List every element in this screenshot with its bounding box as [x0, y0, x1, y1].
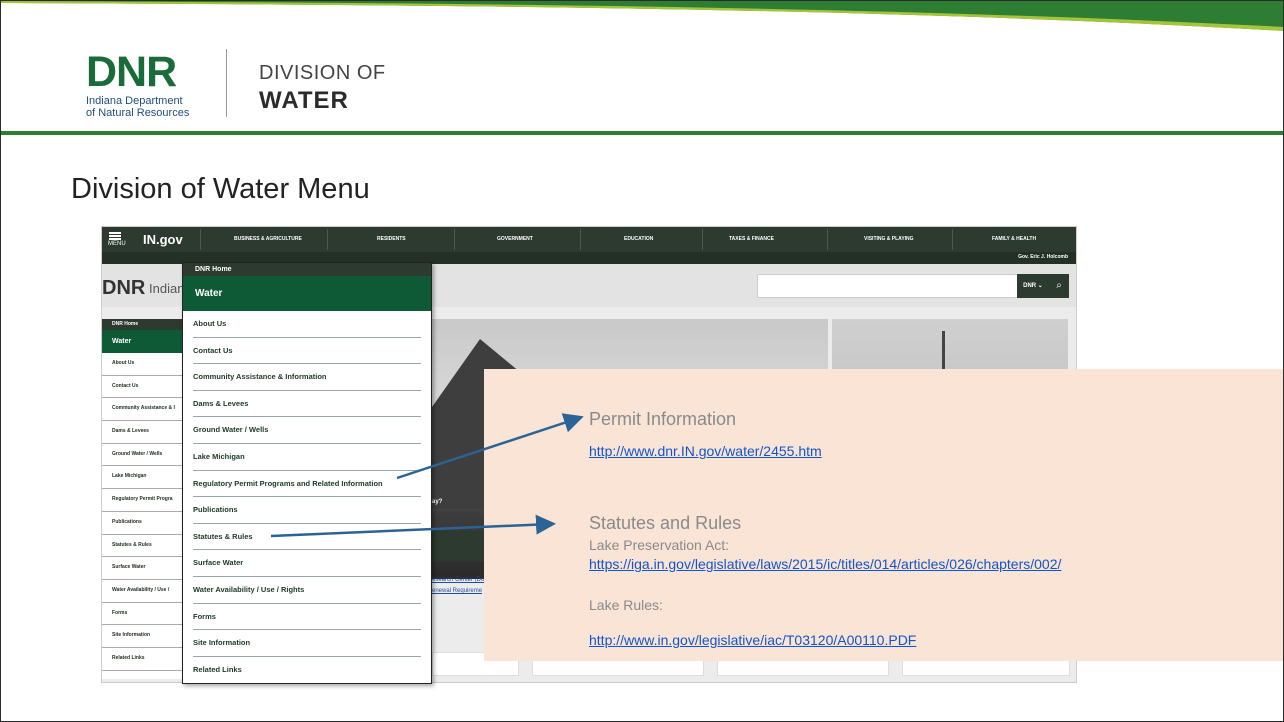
dropdown-item-surface-water[interactable]: Surface Water — [193, 550, 421, 577]
sidebar-item[interactable]: Forms — [102, 603, 182, 626]
sidebar-item[interactable]: Dams & Levees — [102, 421, 182, 444]
dropdown-list: About Us Contact Us Community Assistance… — [183, 311, 431, 682]
header-rule — [1, 131, 1283, 135]
dropdown-item-site-information[interactable]: Site Information — [193, 630, 421, 657]
nav-separator — [327, 229, 328, 250]
lake-preservation-act-link[interactable]: https://iga.in.gov/legislative/laws/2015… — [589, 556, 1061, 572]
permit-heading: Permit Information — [589, 409, 737, 429]
dropdown-item-publications[interactable]: Publications — [193, 497, 421, 524]
body-link[interactable]: enewal Requireme — [432, 588, 482, 594]
header-swoosh — [1, 1, 1283, 31]
callout-box: Permit Information http://www.dnr.IN.gov… — [484, 369, 1283, 661]
dropdown-home-label: DNR Home — [195, 266, 232, 273]
sidebar-home[interactable]: DNR Home — [102, 319, 182, 330]
logo-subtitle-line2: of Natural Resources — [86, 107, 190, 119]
body-link[interactable]: esearch Center (Do — [432, 577, 484, 583]
dnr-strip-logo[interactable]: DNR — [102, 277, 145, 300]
sidebar-item[interactable]: Site Information — [102, 625, 182, 648]
dropdown-item-community-assistance[interactable]: Community Assistance & Information — [193, 364, 421, 391]
dnr-logo: DNR — [86, 48, 177, 96]
sidebar-item[interactable]: Statutes & Rules — [102, 535, 182, 558]
nav-education[interactable]: EDUCATION — [624, 236, 653, 242]
dropdown-item-dams-levees[interactable]: Dams & Levees — [193, 391, 421, 418]
slide-title: Division of Water Menu — [71, 173, 370, 205]
dropdown-item-lake-michigan[interactable]: Lake Michigan — [193, 444, 421, 471]
nav-separator — [454, 229, 455, 250]
slide-header: DNR Indiana Department of Natural Resour… — [1, 1, 1283, 135]
nav-separator — [580, 229, 581, 250]
site-sidebar: DNR Home Water About Us Contact Us Commu… — [102, 319, 182, 679]
dropdown-item-contact-us[interactable]: Contact Us — [193, 338, 421, 365]
sidebar-item[interactable]: Regulatory Permit Progra — [102, 489, 182, 512]
nav-visiting-playing[interactable]: VISITING & PLAYING — [864, 236, 914, 242]
dnr-logo-subtitle: Indiana Department of Natural Resources — [86, 95, 216, 119]
dropdown-item-water-availability[interactable]: Water Availability / Use / Rights — [193, 577, 421, 604]
ingov-logo[interactable]: IN.gov — [143, 232, 183, 247]
dropdown-item-about-us[interactable]: About Us — [193, 311, 421, 338]
lake-rules-link[interactable]: http://www.in.gov/legislative/iac/T03120… — [589, 632, 916, 648]
dropdown-item-statutes-rules[interactable]: Statutes & Rules — [193, 524, 421, 551]
header-divider — [226, 49, 227, 117]
sidebar-item[interactable]: About Us — [102, 353, 182, 376]
sidebar-item[interactable]: Publications — [102, 512, 182, 535]
nav-taxes-finance[interactable]: TAXES & FINANCE — [729, 236, 774, 242]
dropdown-item-related-links[interactable]: Related Links — [193, 657, 421, 683]
dnr-strip-text: Indian — [149, 281, 185, 296]
sidebar-item[interactable]: Ground Water / Wells — [102, 444, 182, 467]
dropdown-item-ground-water[interactable]: Ground Water / Wells — [193, 417, 421, 444]
lake-rules-label: Lake Rules: — [589, 597, 663, 613]
dropdown-item-forms[interactable]: Forms — [193, 604, 421, 631]
statutes-heading: Statutes and Rules — [589, 513, 742, 533]
site-top-nav: MENU IN.gov BUSINESS & AGRICULTURE RESID… — [102, 227, 1076, 252]
lake-preservation-act-label: Lake Preservation Act: — [589, 537, 730, 553]
hamburger-menu-icon[interactable]: MENU — [108, 230, 126, 248]
slide: DNR Indiana Department of Natural Resour… — [0, 0, 1284, 722]
dropdown-item-regulatory-permit[interactable]: Regulatory Permit Programs and Related I… — [193, 471, 421, 498]
search-icon[interactable]: ⌕ — [1049, 274, 1069, 298]
hero-caption[interactable]: ay? — [432, 499, 442, 505]
nav-separator — [702, 229, 703, 250]
division-label: DIVISION OF — [259, 62, 386, 84]
nav-government[interactable]: GOVERNMENT — [497, 236, 533, 242]
sidebar-item[interactable]: Related Links — [102, 648, 182, 671]
nav-family-health[interactable]: FAMILY & HEALTH — [992, 236, 1036, 242]
dropdown-section-label: Water — [195, 288, 223, 299]
nav-separator — [200, 229, 201, 250]
dropdown-section-title[interactable]: Water — [183, 276, 431, 311]
logo-subtitle-line1: Indiana Department — [86, 95, 183, 107]
dropdown-home[interactable]: DNR Home — [183, 263, 431, 276]
nav-business-agriculture[interactable]: BUSINESS & AGRICULTURE — [234, 236, 302, 242]
sidebar-section-title[interactable]: Water — [102, 330, 182, 353]
search-scope-select[interactable]: DNR ⌄ — [1017, 274, 1049, 298]
nav-residents[interactable]: RESIDENTS — [377, 236, 406, 242]
water-dropdown-menu: DNR Home Water About Us Contact Us Commu… — [182, 262, 432, 684]
site-search-input[interactable] — [757, 274, 1019, 298]
sidebar-item[interactable]: Surface Water — [102, 557, 182, 580]
nav-separator — [827, 229, 828, 250]
sidebar-item[interactable]: Contact Us — [102, 376, 182, 399]
sidebar-item[interactable]: Lake Michigan — [102, 466, 182, 490]
permit-link[interactable]: http://www.dnr.IN.gov/water/2455.htm — [589, 443, 822, 459]
search-scope-label: DNR — [1023, 283, 1037, 289]
nav-separator — [952, 229, 953, 250]
menu-label: MENU — [108, 241, 126, 247]
sidebar-item[interactable]: Community Assistance & I — [102, 398, 182, 422]
governor-name[interactable]: Gov. Eric J. Holcomb — [1018, 254, 1068, 260]
division-name: WATER — [259, 87, 349, 114]
sidebar-item[interactable]: Water Availability / Use / — [102, 580, 182, 603]
